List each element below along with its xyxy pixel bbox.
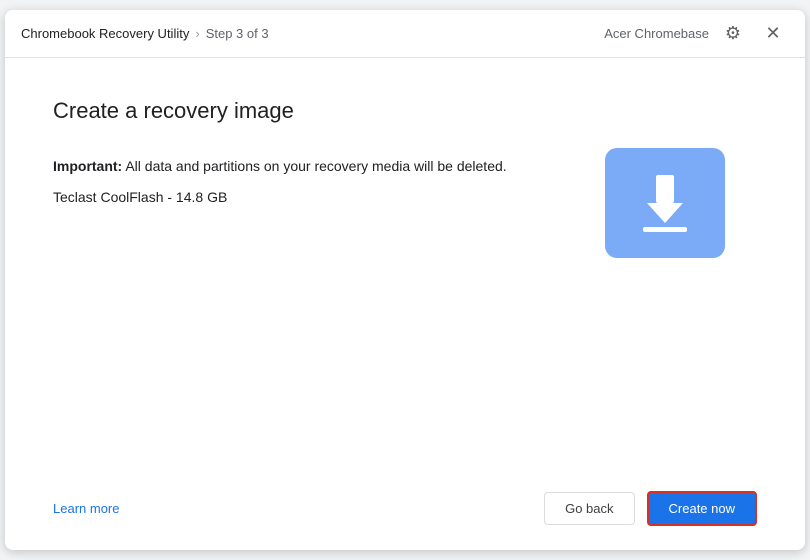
step-indicator: Step 3 of 3 — [206, 26, 269, 41]
app-window: Chromebook Recovery Utility › Step 3 of … — [5, 10, 805, 550]
settings-button[interactable]: ⚙ — [717, 18, 749, 50]
create-now-button[interactable]: Create now — [647, 491, 757, 526]
close-icon: ✕ — [765, 23, 780, 44]
arrow-head — [647, 203, 683, 223]
main-content: Create a recovery image Important: All d… — [5, 58, 805, 475]
close-button[interactable]: ✕ — [757, 18, 789, 50]
breadcrumb-separator: › — [195, 26, 199, 41]
go-back-button[interactable]: Go back — [544, 492, 634, 525]
device-name: Acer Chromebase — [604, 26, 709, 41]
footer-buttons: Go back Create now — [544, 491, 757, 526]
arrow-shaft — [656, 175, 674, 203]
learn-more-link[interactable]: Learn more — [53, 501, 119, 516]
important-label: Important: — [53, 158, 122, 174]
important-message: All data and partitions on your recovery… — [122, 158, 506, 174]
footer: Learn more Go back Create now — [5, 475, 805, 550]
titlebar-left: Chromebook Recovery Utility › Step 3 of … — [21, 26, 269, 41]
titlebar-right: Acer Chromebase ⚙ ✕ — [604, 18, 789, 50]
arrow-line — [643, 227, 687, 232]
download-icon-container — [605, 148, 725, 258]
download-icon — [643, 175, 687, 232]
app-name: Chromebook Recovery Utility — [21, 26, 189, 41]
gear-icon: ⚙ — [725, 23, 741, 44]
page-title: Create a recovery image — [53, 98, 757, 124]
titlebar: Chromebook Recovery Utility › Step 3 of … — [5, 10, 805, 58]
